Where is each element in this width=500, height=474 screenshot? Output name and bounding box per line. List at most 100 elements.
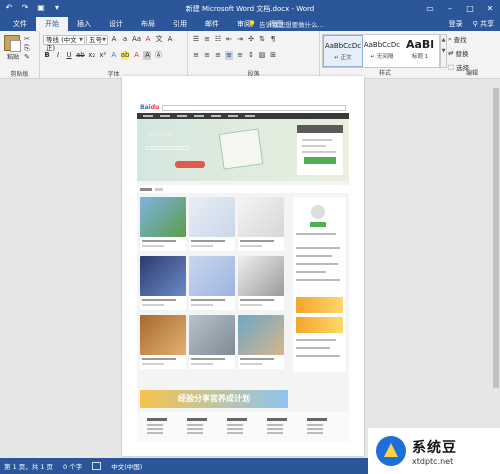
tab-insert[interactable]: 插入 xyxy=(68,17,100,31)
show-marks-icon[interactable]: ¶ xyxy=(269,35,277,44)
align-center-icon[interactable]: ≡ xyxy=(203,51,211,60)
inserted-screenshot-image[interactable]: Baidu ▭▭▭ ▭▭▭▭▭▭ 经验分享官养成计划 xyxy=(137,102,349,442)
screenshot-logo: Baidu xyxy=(140,104,160,111)
document-page[interactable]: Baidu ▭▭▭ ▭▭▭▭▭▭ 经验分享官养成计划 xyxy=(122,76,364,456)
screenshot-login-card xyxy=(297,125,343,175)
scrollbar-thumb[interactable] xyxy=(493,88,499,388)
screenshot-article-grid xyxy=(140,197,288,369)
chevron-down-icon: ▼ xyxy=(79,37,83,43)
watermark-logo-icon xyxy=(376,436,406,466)
subscript-icon[interactable]: x₂ xyxy=(88,51,96,60)
font-family-select[interactable]: 等线 (中文正) ▼ xyxy=(43,35,85,52)
watermark-title: 系统豆 xyxy=(412,439,457,456)
font-size-select[interactable]: 五号 ▼ xyxy=(86,35,108,45)
style-preview: AaBl xyxy=(405,38,435,51)
shading-icon[interactable]: ▨ xyxy=(258,51,266,60)
share-icon: ⚲ xyxy=(472,20,480,28)
change-case-icon[interactable]: Aa xyxy=(132,35,141,44)
tab-references[interactable]: 引用 xyxy=(164,17,196,31)
close-button[interactable]: ✕ xyxy=(480,0,500,17)
style-heading-1[interactable]: AaBl 标题 1 xyxy=(401,35,439,67)
tab-layout[interactable]: 布局 xyxy=(132,17,164,31)
style-name: 标题 1 xyxy=(411,54,429,60)
style-no-spacing[interactable]: AaBbCcDc ↵ 无间隔 xyxy=(363,35,401,67)
align-left-icon[interactable]: ≡ xyxy=(192,51,200,60)
tab-design[interactable]: 设计 xyxy=(100,17,132,31)
multilevel-list-icon[interactable]: ☷ xyxy=(214,35,222,44)
format-painter-icon[interactable]: ✎ xyxy=(24,54,32,61)
borders-icon[interactable]: ⊞ xyxy=(269,51,277,60)
replace-icon: ⇄ xyxy=(448,49,454,57)
paste-icon xyxy=(4,35,21,52)
replace-button[interactable]: ⇄ 替换 xyxy=(448,48,469,58)
font-size-value: 五号 xyxy=(89,36,102,44)
tab-mailings[interactable]: 邮件 xyxy=(196,17,228,31)
share-button[interactable]: ⚲ 共享 xyxy=(473,17,494,31)
shrink-font-icon[interactable]: a xyxy=(121,35,129,44)
paste-button[interactable]: 粘贴 xyxy=(4,35,22,61)
justify-icon[interactable]: ≡ xyxy=(225,51,233,60)
italic-icon[interactable]: I xyxy=(54,51,62,60)
proofing-icon[interactable] xyxy=(92,462,102,470)
bold-icon[interactable]: B xyxy=(43,51,51,60)
enclose-char-icon[interactable]: A xyxy=(166,35,174,44)
tab-home[interactable]: 开始 xyxy=(36,17,68,31)
replace-label: 替换 xyxy=(455,50,469,58)
clear-format-icon[interactable]: A xyxy=(144,35,152,44)
ribbon: 粘贴 ✂ ⎘ ✎ 剪贴板 等线 (中文正) ▼ 五号 ▼ A a Aa A 文 A … xyxy=(0,31,500,79)
cut-icon[interactable]: ✂ xyxy=(24,36,32,43)
distributed-icon[interactable]: ≡ xyxy=(236,51,244,60)
decrease-indent-icon[interactable]: ⇤ xyxy=(225,35,233,44)
phonetic-guide-icon[interactable]: 文 xyxy=(155,35,163,44)
style-name: ↵ 无间隔 xyxy=(370,54,394,60)
find-button[interactable]: ⌕ 查找 xyxy=(448,34,469,45)
title-bar: ↶ ↷ ▣ ▾ 新建 Microsoft Word 文档.docx - Word… xyxy=(0,0,500,17)
style-normal[interactable]: AaBbCcDc ↵ 正文 xyxy=(323,35,363,67)
clipboard-group-label: 剪贴板 xyxy=(10,71,29,78)
screenshot-banner: ▭▭▭ ▭▭▭▭▭▭ xyxy=(137,119,349,181)
underline-icon[interactable]: U xyxy=(65,51,73,60)
vertical-scrollbar[interactable] xyxy=(492,80,500,458)
ribbon-tabs: 文件 开始 插入 设计 布局 引用 邮件 审阅 视图 💡 告诉我您想要做什么..… xyxy=(0,17,500,31)
align-right-icon[interactable]: ≡ xyxy=(214,51,222,60)
share-label: 共享 xyxy=(480,20,494,28)
line-spacing-icon[interactable]: ↕ xyxy=(247,51,255,60)
screenshot-section-title xyxy=(137,185,349,193)
style-preview: AaBbCcDc xyxy=(324,42,362,50)
minimize-button[interactable]: – xyxy=(440,0,460,17)
word-count[interactable]: 0 个字 xyxy=(63,461,82,471)
char-shading-icon[interactable]: A xyxy=(143,51,152,60)
signin-link[interactable]: 登录 xyxy=(449,17,463,31)
page-count[interactable]: 第 1 页，共 1 页 xyxy=(4,461,53,471)
find-label: 查找 xyxy=(453,36,467,44)
styles-more-button[interactable]: ▲ ▼ xyxy=(440,34,447,68)
tab-file[interactable]: 文件 xyxy=(4,17,36,31)
maximize-button[interactable]: □ xyxy=(460,0,480,17)
increase-indent-icon[interactable]: ⇥ xyxy=(236,35,244,44)
font-color-icon[interactable]: A xyxy=(132,51,140,60)
sort-icon[interactable]: ⇅ xyxy=(258,35,266,44)
watermark-url: xtdptc.net xyxy=(412,456,454,466)
window-controls: ▭ – □ ✕ xyxy=(420,0,500,17)
char-border-icon[interactable]: Ⓐ xyxy=(154,51,162,60)
strikethrough-icon[interactable]: ab xyxy=(76,51,85,60)
language-indicator[interactable]: 中文(中国) xyxy=(111,461,142,471)
chinese-layout-icon[interactable]: ✣ xyxy=(247,35,255,44)
ribbon-display-icon[interactable]: ▭ xyxy=(420,0,440,17)
numbering-icon[interactable]: ≡ xyxy=(203,35,211,44)
screenshot-promo-strip: 经验分享官养成计划 xyxy=(140,390,288,408)
highlight-icon[interactable]: ab xyxy=(120,51,130,60)
grow-font-icon[interactable]: A xyxy=(110,35,118,44)
bullets-icon[interactable]: ☰ xyxy=(192,35,200,44)
tell-me-box[interactable]: 💡 告诉我您想要做什么... xyxy=(248,19,324,29)
copy-icon[interactable]: ⎘ xyxy=(24,45,32,52)
font-family-value: 等线 (中文正) xyxy=(46,36,77,52)
text-effects-icon[interactable]: A xyxy=(110,51,118,60)
superscript-icon[interactable]: x² xyxy=(99,51,107,60)
editing-group: ⌕ 查找 ⇄ 替换 ⬚ 选择 xyxy=(448,34,469,73)
chevron-down-icon: ▼ xyxy=(102,37,106,43)
style-preview: AaBbCcDc xyxy=(363,41,401,49)
screenshot-calendar xyxy=(218,128,264,170)
search-icon: ⌕ xyxy=(448,34,452,43)
site-watermark: 系统豆 xtdptc.net xyxy=(368,428,500,474)
